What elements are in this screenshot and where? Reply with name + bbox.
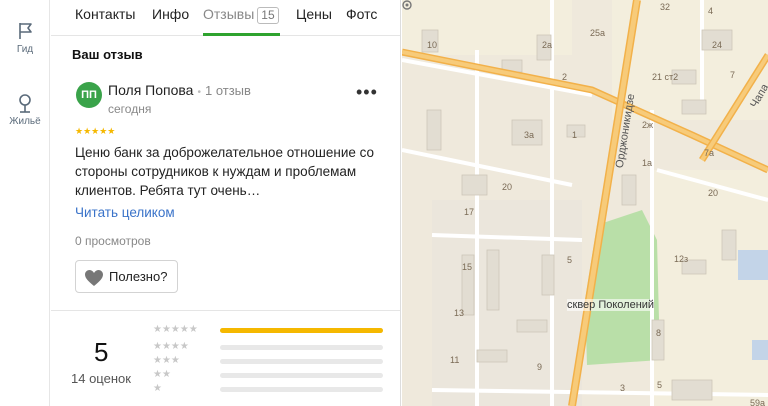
house-number-label: 3 — [620, 383, 626, 393]
left-rail: Гид Жильё — [0, 0, 50, 406]
house-number-label: 4 — [708, 6, 714, 16]
house-number-label: 13 — [454, 308, 465, 318]
housing-icon — [19, 94, 31, 113]
useful-label: Полезно? — [109, 269, 168, 284]
author-review-count: 1 отзыв — [204, 83, 251, 98]
park-label[interactable]: сквер Поколений — [567, 299, 655, 311]
house-number-label: 24 — [712, 40, 723, 50]
histogram-stars: ★★★★★ — [153, 324, 198, 335]
map-canvas — [402, 0, 768, 406]
review-author: Поля Попова • 1 отзыв — [108, 82, 251, 98]
more-options-button[interactable]: ••• — [356, 82, 378, 103]
house-number-label: 3а — [524, 130, 535, 140]
review-views: 0 просмотров — [75, 234, 151, 248]
histogram-stars: ★ — [153, 383, 162, 394]
avatar: ПП — [76, 82, 102, 108]
house-number-label: 5 — [567, 255, 573, 265]
histogram-row: ★ — [153, 383, 383, 396]
house-number-label: 9 — [537, 362, 543, 372]
tab-contacts[interactable]: Контакты — [75, 6, 135, 22]
tab-photos[interactable]: Фотс — [346, 6, 377, 22]
house-number-label: 15 — [462, 262, 473, 272]
histogram-stars: ★★★★ — [153, 341, 189, 352]
histogram-row: ★★★ — [153, 355, 383, 368]
histogram-row: ★★ — [153, 369, 383, 382]
histogram-track — [220, 328, 383, 333]
read-more-link[interactable]: Читать целиком — [75, 205, 175, 220]
house-number-label: 1а — [642, 158, 653, 168]
histogram-fill — [220, 328, 383, 333]
your-review-title: Ваш отзыв — [72, 47, 143, 62]
heart-icon — [85, 270, 103, 286]
house-number-label: 25а — [590, 28, 606, 38]
house-number-label: 2а — [542, 40, 553, 50]
reviews-count-badge: 15 — [257, 7, 279, 24]
house-number-label: 21 ст2 — [652, 72, 679, 82]
rail-item-home[interactable]: Жильё — [0, 92, 50, 127]
house-number-label: 10 — [427, 40, 438, 50]
rail-home-label: Жильё — [9, 116, 41, 127]
histogram-row: ★★★★ — [153, 341, 383, 354]
tab-prices[interactable]: Цены — [296, 6, 332, 22]
house-number-label: 8 — [656, 328, 662, 338]
house-number-label: 12з — [674, 254, 689, 264]
tab-bar: Контакты Инфо Отзывы 15 Цены Фотс — [51, 0, 400, 36]
divider — [51, 310, 400, 311]
histogram-stars: ★★ — [153, 369, 171, 380]
house-number-label: 7а — [704, 148, 715, 158]
house-number-label: 20 — [502, 182, 513, 192]
histogram-track — [220, 359, 383, 364]
tab-reviews-label: Отзывы — [203, 6, 255, 22]
rating-value: 5 — [94, 337, 109, 367]
rating-count: 14 оценок — [71, 371, 131, 386]
author-separator: • — [197, 87, 201, 98]
useful-button[interactable]: Полезно? — [75, 260, 178, 293]
review-stars: ★★★★★ — [75, 126, 116, 136]
active-tab-indicator — [203, 33, 280, 36]
review-date: сегодня — [108, 102, 152, 116]
rail-item-guide[interactable]: Гид — [0, 20, 50, 55]
author-name[interactable]: Поля Попова — [108, 82, 193, 98]
house-number-label: 2 — [562, 72, 568, 82]
park-pin-icon — [402, 0, 412, 10]
house-number-label: 59а — [750, 398, 766, 406]
map[interactable]: Орджоникидзе Чапа сквер Поколений 32 10 2а… — [402, 0, 768, 406]
house-number-label: 32 — [660, 2, 671, 12]
house-number-label: 1 — [572, 130, 578, 140]
rail-guide-label: Гид — [16, 44, 34, 55]
review-text: Ценю банк за доброжелательное отношение … — [75, 145, 375, 198]
house-number-label: 5 — [657, 380, 663, 390]
house-number-label: 2ж — [642, 120, 654, 130]
house-number-label: 7 — [730, 70, 736, 80]
tab-info[interactable]: Инфо — [152, 6, 189, 22]
histogram-stars: ★★★ — [153, 355, 180, 366]
histogram-row: ★★★★★ — [153, 324, 383, 337]
organization-panel: Контакты Инфо Отзывы 15 Цены Фотс Ваш отз… — [51, 0, 401, 406]
histogram-track — [220, 345, 383, 350]
house-number-label: 11 — [450, 355, 460, 365]
tab-reviews[interactable]: Отзывы 15 — [203, 6, 279, 24]
house-number-label: 20 — [708, 188, 719, 198]
histogram-track — [220, 387, 383, 392]
histogram-track — [220, 373, 383, 378]
house-number-label: 17 — [464, 207, 475, 217]
flag-icon — [19, 23, 32, 39]
